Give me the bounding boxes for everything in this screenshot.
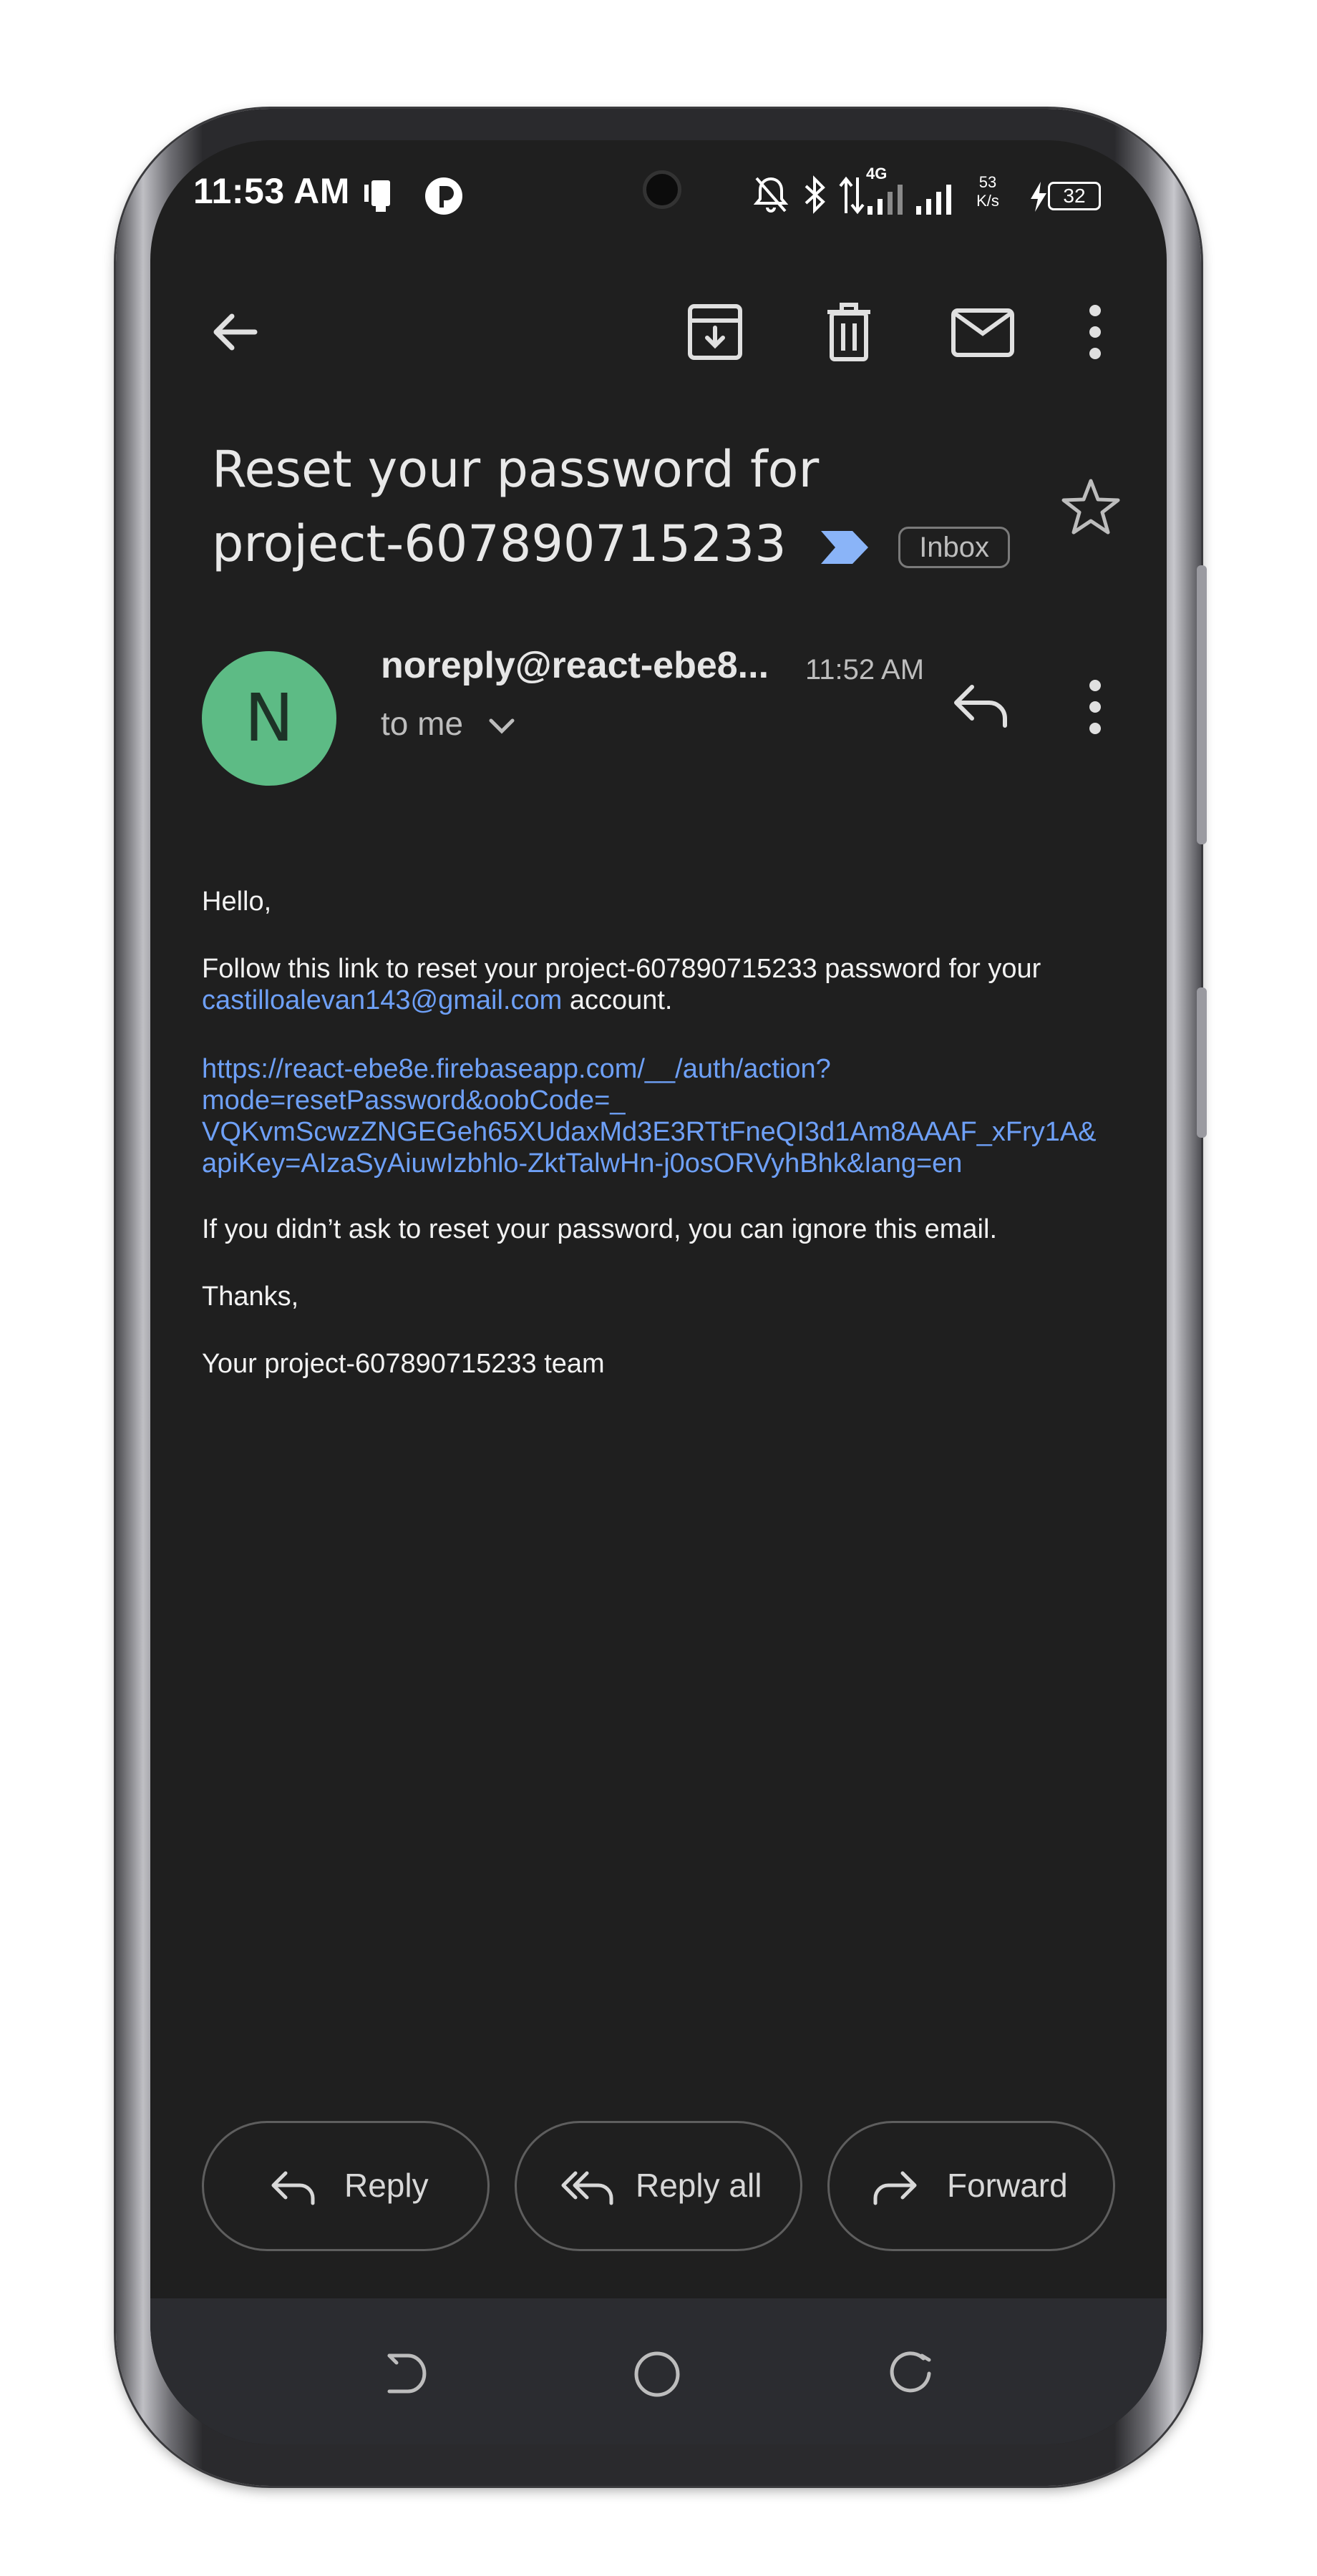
ignore-notice: If you didn’t ask to reset your password… xyxy=(202,1214,997,1244)
reset-instructions-text: Follow this link to reset your project-6… xyxy=(202,954,1041,984)
charging-bolt-icon xyxy=(1031,182,1046,212)
status-bar: 11:53 AM 4G 53 K/s 32 xyxy=(150,140,1167,246)
battery-indicator: 32 xyxy=(1048,182,1101,210)
back-gesture-icon[interactable] xyxy=(384,2351,427,2396)
reply-icon xyxy=(271,2171,315,2205)
sent-time: 11:52 AM xyxy=(805,654,925,686)
reset-password-link[interactable]: https://react-ebe8e.firebaseapp.com/__/a… xyxy=(202,1053,1097,1179)
archive-icon[interactable] xyxy=(686,302,744,362)
message-more-icon[interactable] xyxy=(1087,678,1104,736)
subject-line-2-row: project-607890715233 Inbox xyxy=(212,507,1011,581)
reply-button-label: Reply xyxy=(344,2167,429,2204)
recent-apps-icon[interactable] xyxy=(889,2351,933,2396)
battery-level: 32 xyxy=(1063,185,1086,207)
reset-instructions-tail: account. xyxy=(562,985,673,1015)
greeting: Hello, xyxy=(202,887,272,917)
app-notification-icon xyxy=(425,177,462,215)
recipient-email-link[interactable]: castilloalevan143@gmail.com xyxy=(202,985,562,1015)
chevron-down-icon[interactable] xyxy=(488,718,515,735)
network-speed-unit: K/s xyxy=(976,192,999,210)
sender-avatar[interactable]: N xyxy=(202,651,336,786)
reply-all-icon xyxy=(561,2171,613,2205)
home-icon[interactable] xyxy=(633,2350,681,2399)
status-time: 11:53 AM xyxy=(193,171,350,211)
power-button xyxy=(1197,987,1207,1138)
more-vert-icon[interactable] xyxy=(1087,303,1104,361)
recipient-toggle[interactable]: to me xyxy=(381,704,515,743)
subject-line-2: project-607890715233 xyxy=(212,514,787,573)
reset-link-line: mode=resetPassword&oobCode=_ xyxy=(202,1085,626,1116)
network-speed-value: 53 xyxy=(978,173,997,191)
reply-button[interactable]: Reply xyxy=(202,2121,490,2251)
inbox-label-chip[interactable]: Inbox xyxy=(898,526,1011,568)
mute-bell-icon xyxy=(753,177,789,213)
reply-icon[interactable] xyxy=(952,681,1009,728)
forward-button-label: Forward xyxy=(947,2167,1068,2204)
sender-address[interactable]: noreply@react-ebe8... xyxy=(381,644,769,687)
device-notification-icon xyxy=(364,180,390,212)
reply-all-button[interactable]: Reply all xyxy=(515,2121,802,2251)
reset-link-line: VQKvmScwzZNGEGeh65XUdaxMd3E3RTtFneQI3d1A… xyxy=(202,1117,1097,1147)
signal-strength-icon xyxy=(868,185,903,215)
signal-strength-2-icon xyxy=(916,185,951,215)
reply-all-button-label: Reply all xyxy=(636,2167,762,2204)
phone-screen: 11:53 AM 4G 53 K/s 32 Reset your passwor… xyxy=(150,140,1167,2444)
reset-instructions: Follow this link to reset your project-6… xyxy=(202,953,1097,1016)
reset-link-line: apiKey=AIzaSyAiuwIzbhlo-ZktTalwHn-j0osOR… xyxy=(202,1148,963,1179)
system-navigation-bar xyxy=(150,2298,1167,2444)
volume-button xyxy=(1197,565,1207,844)
recipient-label: to me xyxy=(381,705,464,742)
forward-icon xyxy=(873,2171,917,2205)
forward-button[interactable]: Forward xyxy=(827,2121,1115,2251)
signoff-text: Your project-607890715233 team xyxy=(202,1349,605,1379)
bluetooth-icon xyxy=(805,175,825,214)
thanks-text: Thanks, xyxy=(202,1282,299,1312)
back-arrow-icon[interactable] xyxy=(208,305,262,359)
front-camera xyxy=(643,170,681,209)
network-speed: 53 K/s xyxy=(966,173,1009,210)
subject-line-1: Reset your password for xyxy=(212,440,820,499)
data-transfer-icon xyxy=(839,176,865,215)
star-icon[interactable] xyxy=(1061,478,1121,535)
reset-link-line: https://react-ebe8e.firebaseapp.com/__/a… xyxy=(202,1054,831,1084)
mark-unread-icon[interactable] xyxy=(951,308,1015,358)
important-marker-icon[interactable] xyxy=(820,528,870,567)
delete-icon[interactable] xyxy=(825,301,873,362)
network-type: 4G xyxy=(866,165,888,182)
email-subject: Reset your password for project-60789071… xyxy=(212,432,1011,581)
